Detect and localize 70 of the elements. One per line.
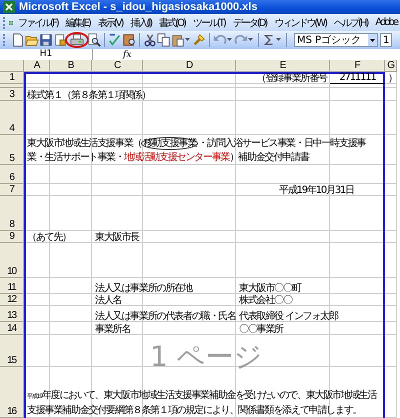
window-title: Microsoft Excel - s_idou_higasiosaka1000.xls: [19, 1, 258, 13]
cell-text: 法人名: [95, 295, 122, 306]
cell-text: 法人又は事業所の代表者の職・氏名: [95, 311, 236, 322]
spreadsheet-icon: [3, 1, 15, 13]
book-icon[interactable]: [122, 33, 136, 47]
menu-item[interactable]: Adobe: [370, 17, 400, 28]
row-header[interactable]: 3: [0, 88, 24, 101]
caret-icon[interactable]: [227, 38, 232, 42]
column-header[interactable]: B: [50, 60, 92, 72]
row-header[interactable]: 6: [0, 165, 24, 184]
row-header[interactable]: 15: [0, 335, 24, 367]
cell-text: 東大阪市〇〇町: [239, 283, 301, 294]
menu-item[interactable]: 編集(E): [60, 16, 93, 30]
menu-item[interactable]: ツール(T): [188, 16, 228, 30]
row-header[interactable]: 8: [0, 196, 24, 231]
row-header[interactable]: 10: [0, 243, 24, 278]
cell-text: 2711111: [339, 72, 376, 83]
caret-icon[interactable]: [276, 38, 281, 42]
paragraph-text: 東大阪市地域生活支援事業（ 移動支援事業 ・訪問入浴サービス事業・日中一時支援事業・生活サポート事業・地域活動支援センター事業）補助金交付申請書: [26, 137, 367, 165]
cell-text: 法人又は事業所の所在地: [95, 283, 192, 294]
menu-item[interactable]: 書式(O): [154, 16, 188, 30]
menu-item[interactable]: ファイル(F): [13, 16, 61, 30]
row-header[interactable]: 9: [0, 231, 24, 243]
spelling-check-icon[interactable]: [108, 33, 122, 47]
column-header[interactable]: F: [330, 60, 385, 72]
font-size-dropdown[interactable]: 1: [380, 33, 392, 47]
cell-text: 平成19年10月31日: [279, 185, 354, 196]
printer-icon[interactable]: [70, 33, 84, 47]
scissors-icon[interactable]: [143, 33, 157, 47]
caret-icon[interactable]: [185, 38, 190, 42]
menu-item[interactable]: データ(D): [228, 16, 270, 30]
row-header[interactable]: 5: [0, 135, 24, 165]
font-dropdown[interactable]: MS Pゴシック: [294, 33, 378, 47]
open-folder-icon[interactable]: [25, 33, 39, 47]
function-button[interactable]: fx: [93, 50, 140, 60]
cell-text: 株式会社〇〇: [239, 295, 292, 306]
column-header[interactable]: A: [24, 60, 50, 72]
row-header[interactable]: 4: [0, 101, 24, 135]
save-icon[interactable]: [39, 33, 53, 47]
menu-item[interactable]: 表示(V): [92, 16, 126, 30]
row-header[interactable]: 12: [0, 294, 24, 306]
lock-document-icon[interactable]: [53, 33, 67, 47]
menu-item[interactable]: ウィンドウ(W): [269, 16, 330, 30]
cell-text: （登録事業所番号: [256, 73, 327, 84]
new-file-icon[interactable]: [11, 33, 25, 47]
cell-text: 〇〇事業所: [239, 324, 284, 335]
column-header[interactable]: D: [143, 60, 236, 72]
row-header[interactable]: 1: [0, 72, 24, 84]
cell-text: （あて先）: [27, 232, 72, 243]
row-header[interactable]: 14: [0, 322, 24, 335]
page-number-label: 1 ページ: [150, 342, 263, 372]
cell-text: 事業所名: [95, 324, 130, 335]
row-header[interactable]: 16: [0, 367, 24, 418]
row-header[interactable]: 13: [0, 306, 24, 322]
copy-icon[interactable]: [157, 33, 171, 47]
column-header[interactable]: C: [92, 60, 143, 72]
cell-text: 代表取締役 インフォ太郎: [239, 311, 338, 322]
cell-text: 様式第１（第８条第１項関係）: [27, 90, 150, 101]
brush-icon[interactable]: [192, 33, 206, 47]
column-header[interactable]: E: [236, 60, 330, 72]
menu-item[interactable]: 挿入(I): [125, 16, 154, 30]
row-header[interactable]: 11: [0, 278, 24, 294]
column-header[interactable]: G: [385, 60, 397, 72]
caret-icon[interactable]: [248, 38, 253, 42]
cell-text: ）: [388, 73, 397, 84]
clipboard-icon[interactable]: [171, 33, 185, 47]
row-header[interactable]: 7: [0, 184, 24, 196]
menu-item[interactable]: ヘルプ(H): [329, 16, 370, 30]
cell-text: 東大阪市長: [95, 232, 140, 243]
magnifier-page-icon[interactable]: [87, 33, 101, 47]
